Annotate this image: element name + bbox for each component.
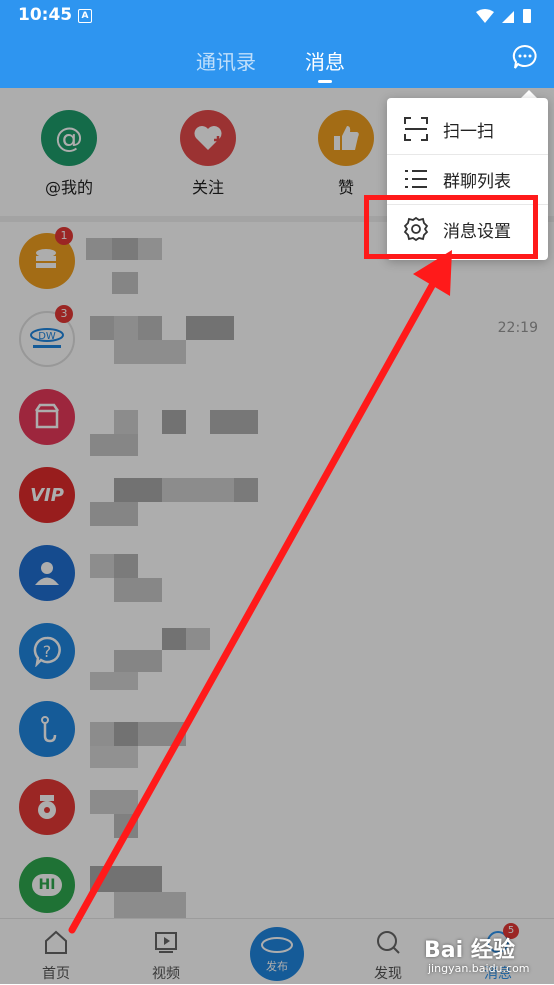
highlight-box bbox=[364, 195, 538, 259]
watermark-main: Bai 经验 bbox=[424, 938, 515, 963]
menu-item-scan[interactable]: 扫一扫 bbox=[387, 104, 548, 155]
status-bar: 10:45 A bbox=[0, 0, 554, 32]
system-icons bbox=[476, 9, 531, 23]
active-tab-indicator bbox=[318, 80, 332, 83]
scan-icon bbox=[404, 117, 428, 141]
top-navigation: 通讯录 消息 bbox=[0, 32, 554, 88]
baidu-watermark: Bai 经验 jingyan.baidu.com bbox=[424, 932, 550, 980]
watermark-sub: jingyan.baidu.com bbox=[428, 962, 530, 975]
notification-a-icon: A bbox=[78, 9, 92, 23]
chat-menu-icon[interactable] bbox=[512, 44, 538, 70]
menu-item-group-list-label: 群聊列表 bbox=[443, 172, 511, 192]
tab-contacts[interactable]: 通讯录 bbox=[196, 46, 256, 75]
status-time: 10:45 bbox=[18, 5, 73, 25]
list-icon bbox=[405, 170, 427, 188]
tab-messages[interactable]: 消息 bbox=[305, 46, 345, 75]
menu-item-scan-label: 扫一扫 bbox=[443, 122, 494, 142]
